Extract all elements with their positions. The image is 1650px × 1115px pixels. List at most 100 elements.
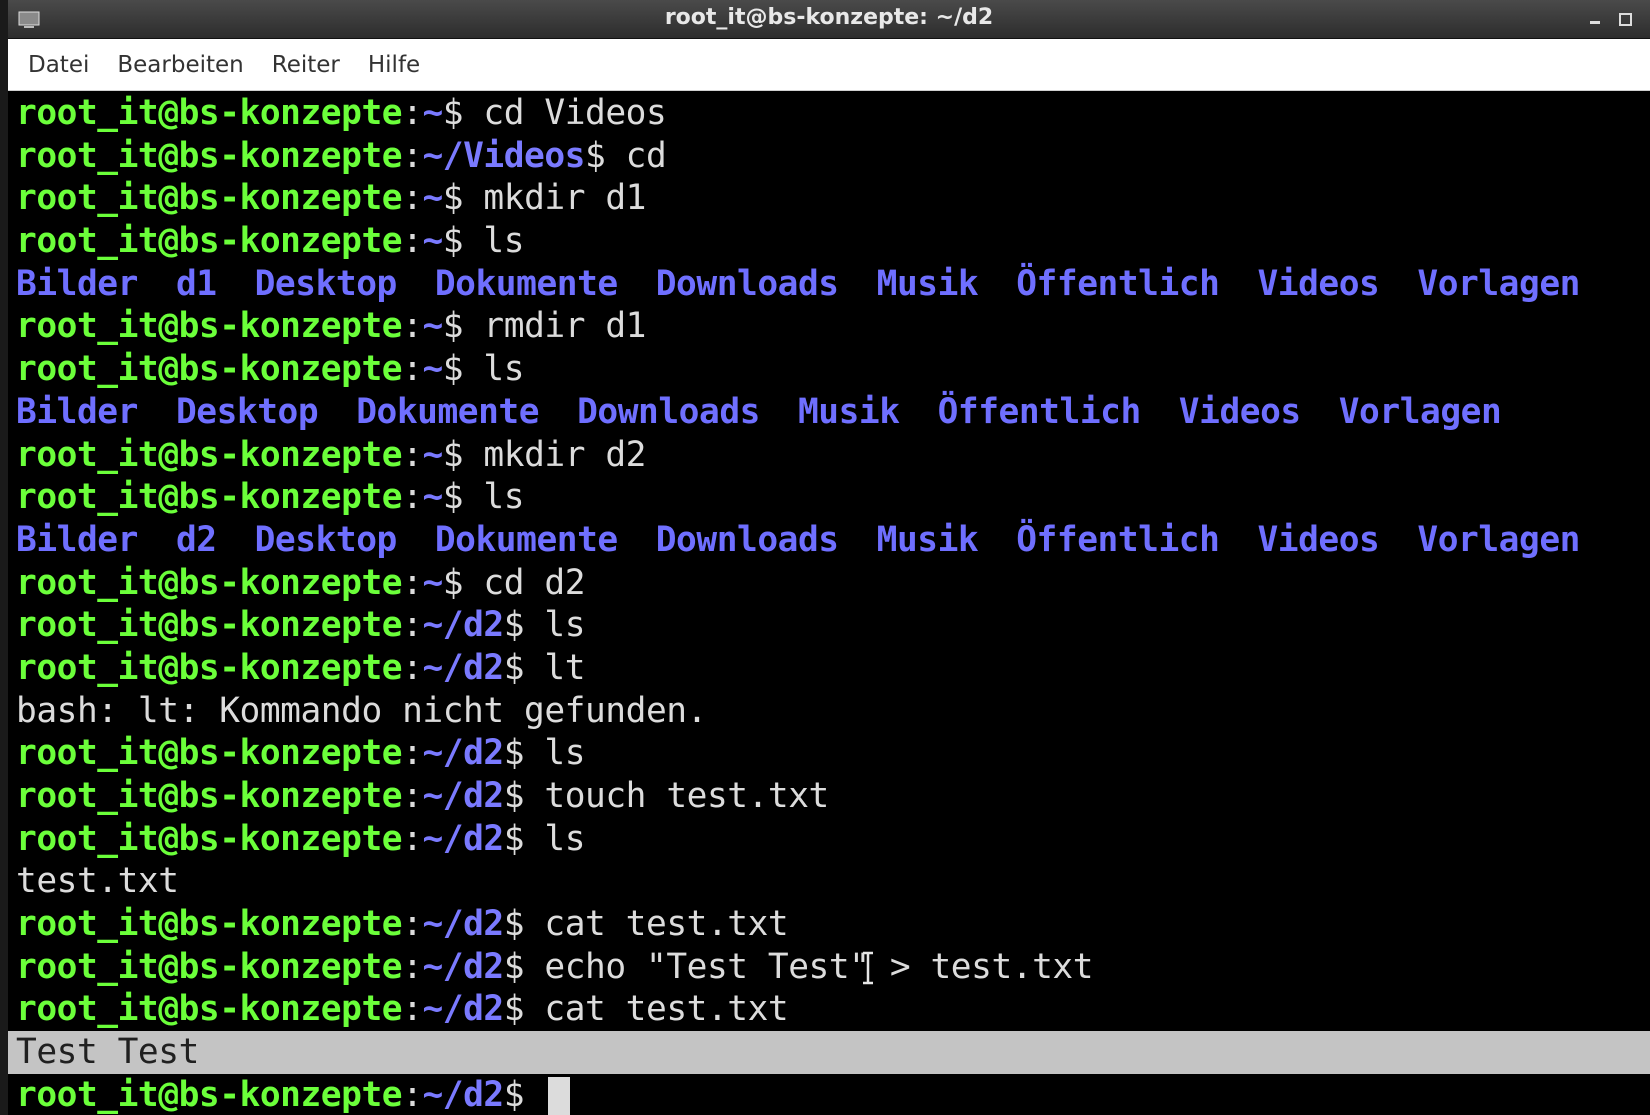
directory-entry: d1 bbox=[175, 263, 217, 304]
prompt-symbol: $ bbox=[442, 477, 484, 518]
directory-entry: Bilder bbox=[16, 391, 138, 432]
prompt-line: root_it@bs-konzepte:~$ ls bbox=[8, 220, 1650, 263]
prompt-user-host: root_it@bs-konzepte bbox=[16, 135, 403, 176]
prompt-colon: : bbox=[402, 434, 423, 475]
prompt-line: root_it@bs-konzepte:~$ cd Videos bbox=[8, 92, 1650, 135]
prompt-line: root_it@bs-konzepte:~$ rmdir d1 bbox=[8, 305, 1650, 348]
prompt-line: root_it@bs-konzepte:~$ mkdir d1 bbox=[8, 177, 1650, 220]
directory-entry: Öffentlich bbox=[1016, 263, 1220, 304]
minimize-icon[interactable] bbox=[1588, 8, 1602, 30]
command-text: ls bbox=[544, 818, 586, 859]
command-text: echo "Test Test" > test.txt bbox=[544, 946, 1094, 987]
prompt-path: ~/d2 bbox=[422, 904, 504, 945]
prompt-path: ~ bbox=[422, 477, 443, 518]
prompt-user-host: root_it@bs-konzepte bbox=[16, 178, 403, 219]
terminal-window: root_it@bs-konzepte: ~/d2 Datei Bearbeit… bbox=[8, 0, 1650, 1115]
prompt-symbol: $ bbox=[503, 946, 545, 987]
title-bar[interactable]: root_it@bs-konzepte: ~/d2 bbox=[8, 0, 1650, 39]
prompt-symbol: $ bbox=[503, 776, 545, 816]
prompt-colon: : bbox=[402, 562, 423, 603]
prompt-line: root_it@bs-konzepte:~/Videos$ cd bbox=[8, 135, 1650, 178]
prompt-colon: : bbox=[402, 349, 423, 390]
prompt-line: root_it@bs-konzepte:~$ ls bbox=[8, 476, 1650, 519]
prompt-symbol: $ bbox=[503, 647, 545, 688]
directory-entry: Musik bbox=[876, 263, 979, 304]
prompt-path: ~ bbox=[422, 434, 443, 475]
menu-bearbeiten[interactable]: Bearbeiten bbox=[117, 52, 243, 78]
prompt-colon: : bbox=[402, 93, 423, 133]
command-text: cd Videos bbox=[483, 93, 667, 133]
menu-datei[interactable]: Datei bbox=[28, 52, 89, 78]
directory-entry: Vorlagen bbox=[1417, 519, 1580, 560]
prompt-colon: : bbox=[402, 135, 423, 176]
prompt-line: root_it@bs-konzepte:~/d2$ cat test.txt bbox=[8, 988, 1650, 1031]
prompt-path: ~ bbox=[422, 178, 443, 219]
prompt-symbol: $ bbox=[503, 904, 545, 945]
prompt-path: ~ bbox=[422, 306, 443, 347]
prompt-user-host: root_it@bs-konzepte bbox=[16, 647, 403, 688]
prompt-symbol: $ bbox=[442, 306, 484, 347]
menu-hilfe[interactable]: Hilfe bbox=[368, 52, 420, 78]
command-output: bash: lt: Kommando nicht gefunden. bbox=[16, 690, 707, 731]
command-text: touch test.txt bbox=[544, 776, 829, 816]
prompt-path: ~/d2 bbox=[422, 605, 504, 646]
directory-entry: Desktop bbox=[175, 391, 319, 432]
directory-entry: Desktop bbox=[254, 519, 398, 560]
command-text: cat test.txt bbox=[544, 904, 789, 945]
menu-bar: Datei Bearbeiten Reiter Hilfe bbox=[8, 39, 1650, 91]
prompt-colon: : bbox=[402, 1074, 423, 1115]
prompt-symbol: $ bbox=[585, 135, 626, 176]
prompt-user-host: root_it@bs-konzepte bbox=[16, 434, 403, 475]
prompt-colon: : bbox=[402, 733, 423, 774]
directory-entry: Musik bbox=[876, 519, 979, 560]
command-output: Test Test bbox=[16, 1032, 199, 1073]
prompt-colon: : bbox=[402, 946, 423, 987]
terminal-output[interactable]: root_it@bs-konzepte:~$ cd Videos root_it@… bbox=[8, 92, 1650, 1115]
prompt-symbol: $ bbox=[503, 1074, 545, 1115]
prompt-path: ~ bbox=[422, 221, 443, 262]
directory-entry: Dokumente bbox=[356, 391, 540, 432]
command-text: mkdir d1 bbox=[483, 178, 646, 219]
menu-reiter[interactable]: Reiter bbox=[272, 52, 340, 78]
directory-entry: Bilder bbox=[16, 519, 138, 560]
command-text: ls bbox=[483, 349, 525, 390]
directory-entry: Bilder bbox=[16, 263, 138, 304]
ls-output-line: Bilder Desktop Dokumente Downloads Musik Öffe… bbox=[8, 391, 1650, 434]
directory-entry: Desktop bbox=[254, 263, 398, 304]
directory-entry: Downloads bbox=[655, 519, 839, 560]
prompt-path: ~/d2 bbox=[422, 776, 504, 816]
prompt-colon: : bbox=[402, 221, 423, 262]
prompt-path: ~/d2 bbox=[422, 733, 504, 774]
directory-entry: Vorlagen bbox=[1417, 263, 1580, 304]
prompt-user-host: root_it@bs-konzepte bbox=[16, 776, 403, 816]
maximize-icon[interactable] bbox=[1618, 8, 1632, 30]
prompt-path: ~/d2 bbox=[422, 818, 504, 859]
prompt-user-host: root_it@bs-konzepte bbox=[16, 946, 403, 987]
prompt-path: ~/Videos bbox=[422, 135, 586, 176]
directory-entry: Dokumente bbox=[434, 263, 618, 304]
ls-output-line: Bilder d2 Desktop Dokumente Downloads Musik Öf… bbox=[8, 519, 1650, 562]
command-text: cat test.txt bbox=[544, 989, 789, 1030]
prompt-line: root_it@bs-konzepte:~/d2$ lt bbox=[8, 647, 1650, 690]
prompt-symbol: $ bbox=[442, 221, 484, 262]
prompt-colon: : bbox=[402, 904, 423, 945]
directory-entry: Downloads bbox=[655, 263, 839, 304]
prompt-line: root_it@bs-konzepte:~$ mkdir d2 bbox=[8, 434, 1650, 477]
prompt-symbol: $ bbox=[503, 818, 545, 859]
directory-entry: Dokumente bbox=[434, 519, 618, 560]
command-text: cd d2 bbox=[483, 562, 586, 603]
prompt-user-host: root_it@bs-konzepte bbox=[16, 306, 403, 347]
output-line: bash: lt: Kommando nicht gefunden. bbox=[8, 690, 1650, 733]
window-title: root_it@bs-konzepte: ~/d2 bbox=[664, 5, 994, 30]
prompt-user-host: root_it@bs-konzepte bbox=[16, 733, 403, 774]
prompt-line: root_it@bs-konzepte:~/d2$ echo "Test Tes… bbox=[8, 946, 1650, 989]
command-text: cd bbox=[625, 135, 667, 176]
command-output: test.txt bbox=[16, 861, 179, 902]
prompt-line: root_it@bs-konzepte:~/d2$ bbox=[8, 1074, 1650, 1115]
prompt-line: root_it@bs-konzepte:~/d2$ ls bbox=[8, 604, 1650, 647]
prompt-user-host: root_it@bs-konzepte bbox=[16, 1074, 403, 1115]
prompt-user-host: root_it@bs-konzepte bbox=[16, 605, 403, 646]
prompt-line: root_it@bs-konzepte:~/d2$ ls bbox=[8, 818, 1650, 861]
command-text: ls bbox=[483, 221, 525, 262]
prompt-line: root_it@bs-konzepte:~/d2$ ls bbox=[8, 732, 1650, 775]
